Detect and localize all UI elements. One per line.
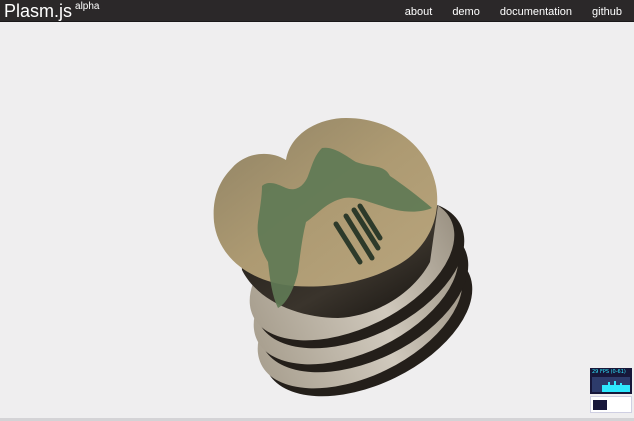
3d-canvas-viewport[interactable] [0, 22, 634, 421]
nav-link-about[interactable]: about [405, 6, 433, 18]
fps-bars [592, 377, 630, 392]
3d-model-render [213, 118, 473, 397]
top-navigation-bar: Plasm.js alpha about demo documentation g… [0, 0, 634, 22]
stats-panel[interactable]: 29 FPS (0-61) [590, 368, 632, 413]
fps-meter: 29 FPS (0-61) [590, 368, 632, 394]
ms-meter [590, 396, 632, 413]
brand-version-tag: alpha [75, 1, 100, 12]
nav-link-demo[interactable]: demo [452, 6, 480, 18]
fps-graph [592, 377, 630, 392]
fps-readout: 29 FPS (0-61) [592, 369, 626, 375]
nav-links: about demo documentation github [385, 6, 622, 18]
nav-link-github[interactable]: github [592, 6, 622, 18]
brand-name: Plasm.js [4, 1, 73, 21]
nav-link-documentation[interactable]: documentation [500, 6, 572, 18]
ms-graph [593, 400, 607, 410]
